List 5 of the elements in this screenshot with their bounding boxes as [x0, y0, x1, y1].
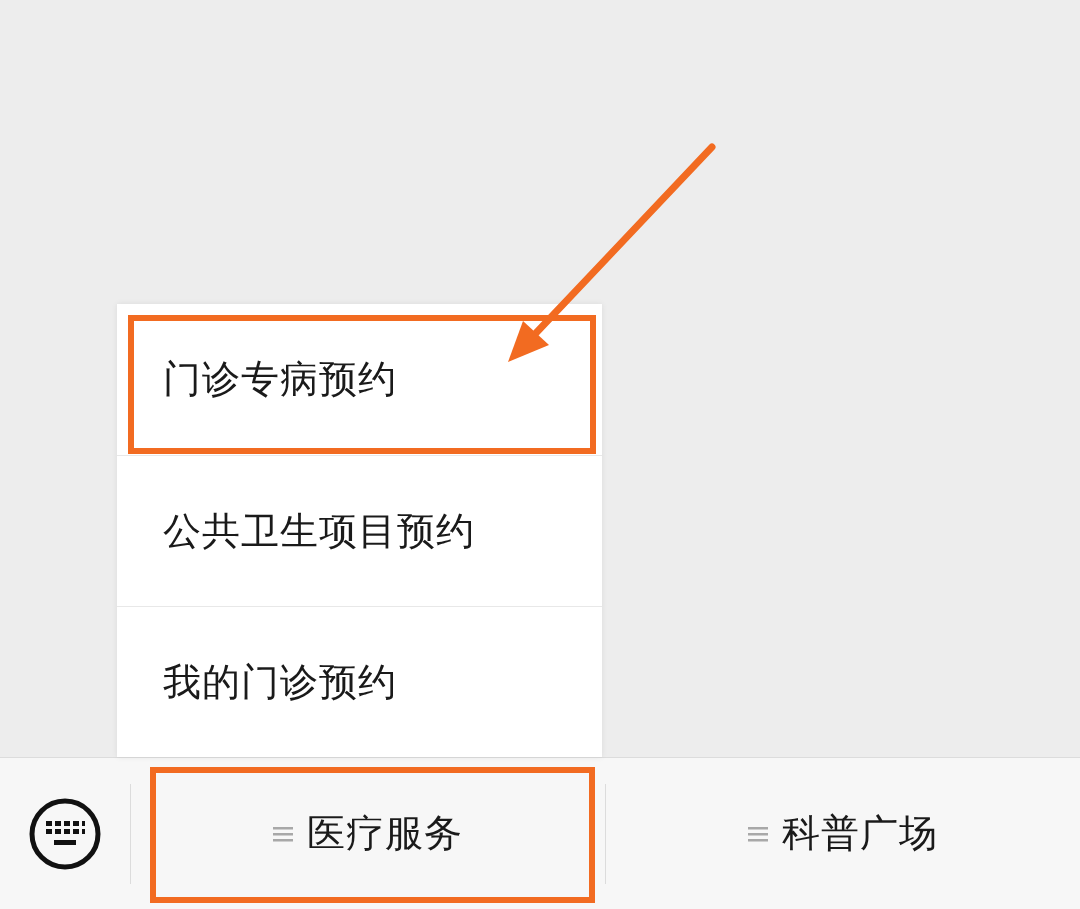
menu-bar-button[interactable]: 医疗服务: [131, 758, 605, 909]
menu-item[interactable]: 门诊专病预约: [117, 304, 602, 455]
menu-item[interactable]: 公共卫生项目预约: [117, 455, 602, 606]
keyboard-icon[interactable]: [28, 796, 102, 871]
menu-bar-button[interactable]: 科普广场: [606, 758, 1080, 909]
